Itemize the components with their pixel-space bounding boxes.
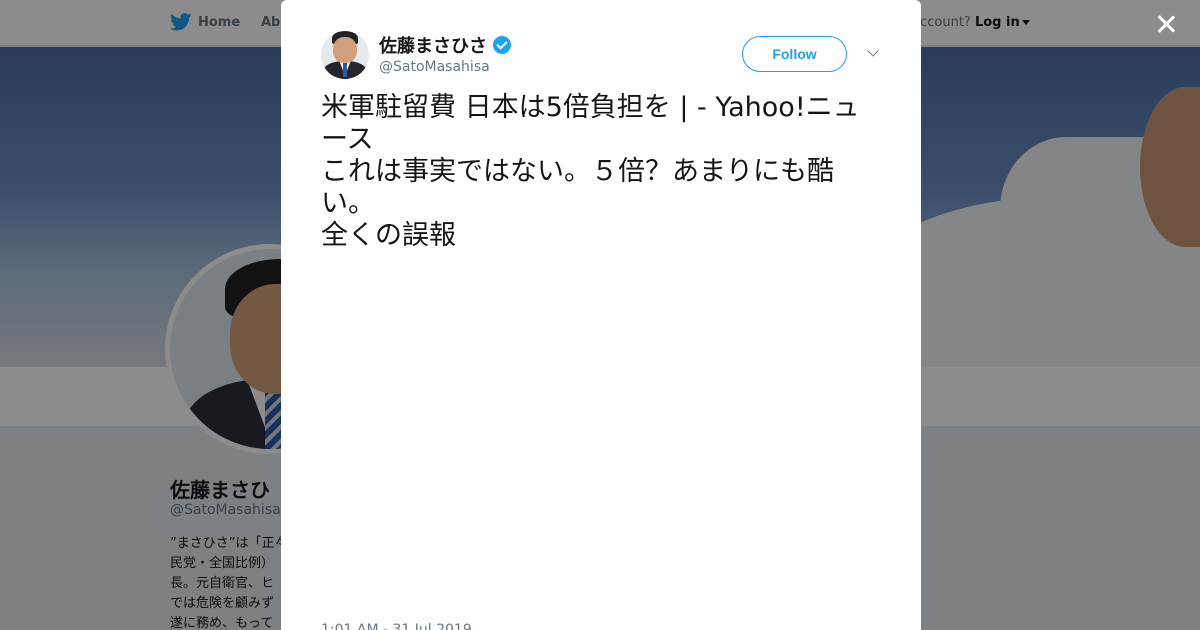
tweet-text: 米軍駐留費 日本は5倍負担を | - Yahoo!ニュース これは事実ではない。… (321, 92, 861, 252)
tweet-timestamp[interactable]: 1:01 AM - 31 Jul 2019 (321, 622, 472, 630)
follow-button[interactable]: Follow (742, 36, 847, 72)
author-name[interactable]: 佐藤まさひさ (379, 32, 511, 58)
verified-badge-icon (493, 36, 511, 54)
author-handle[interactable]: @SatoMasahisa (379, 59, 490, 75)
chevron-down-icon[interactable] (866, 46, 880, 60)
tweet-line: これは事実ではない。５倍？あまりにも酷い。 (321, 156, 834, 219)
tweet-line: 全くの誤報 (321, 220, 456, 251)
author-name-text: 佐藤まさひさ (379, 36, 487, 57)
author-avatar[interactable] (321, 31, 369, 79)
tweet-line: 米軍駐留費 日本は5倍負担を | - Yahoo!ニュース (321, 92, 860, 155)
tweet-modal: 佐藤まさひさ @SatoMasahisa Follow 米軍駐留費 日本は5倍負… (281, 0, 921, 630)
close-icon[interactable] (1152, 10, 1180, 38)
